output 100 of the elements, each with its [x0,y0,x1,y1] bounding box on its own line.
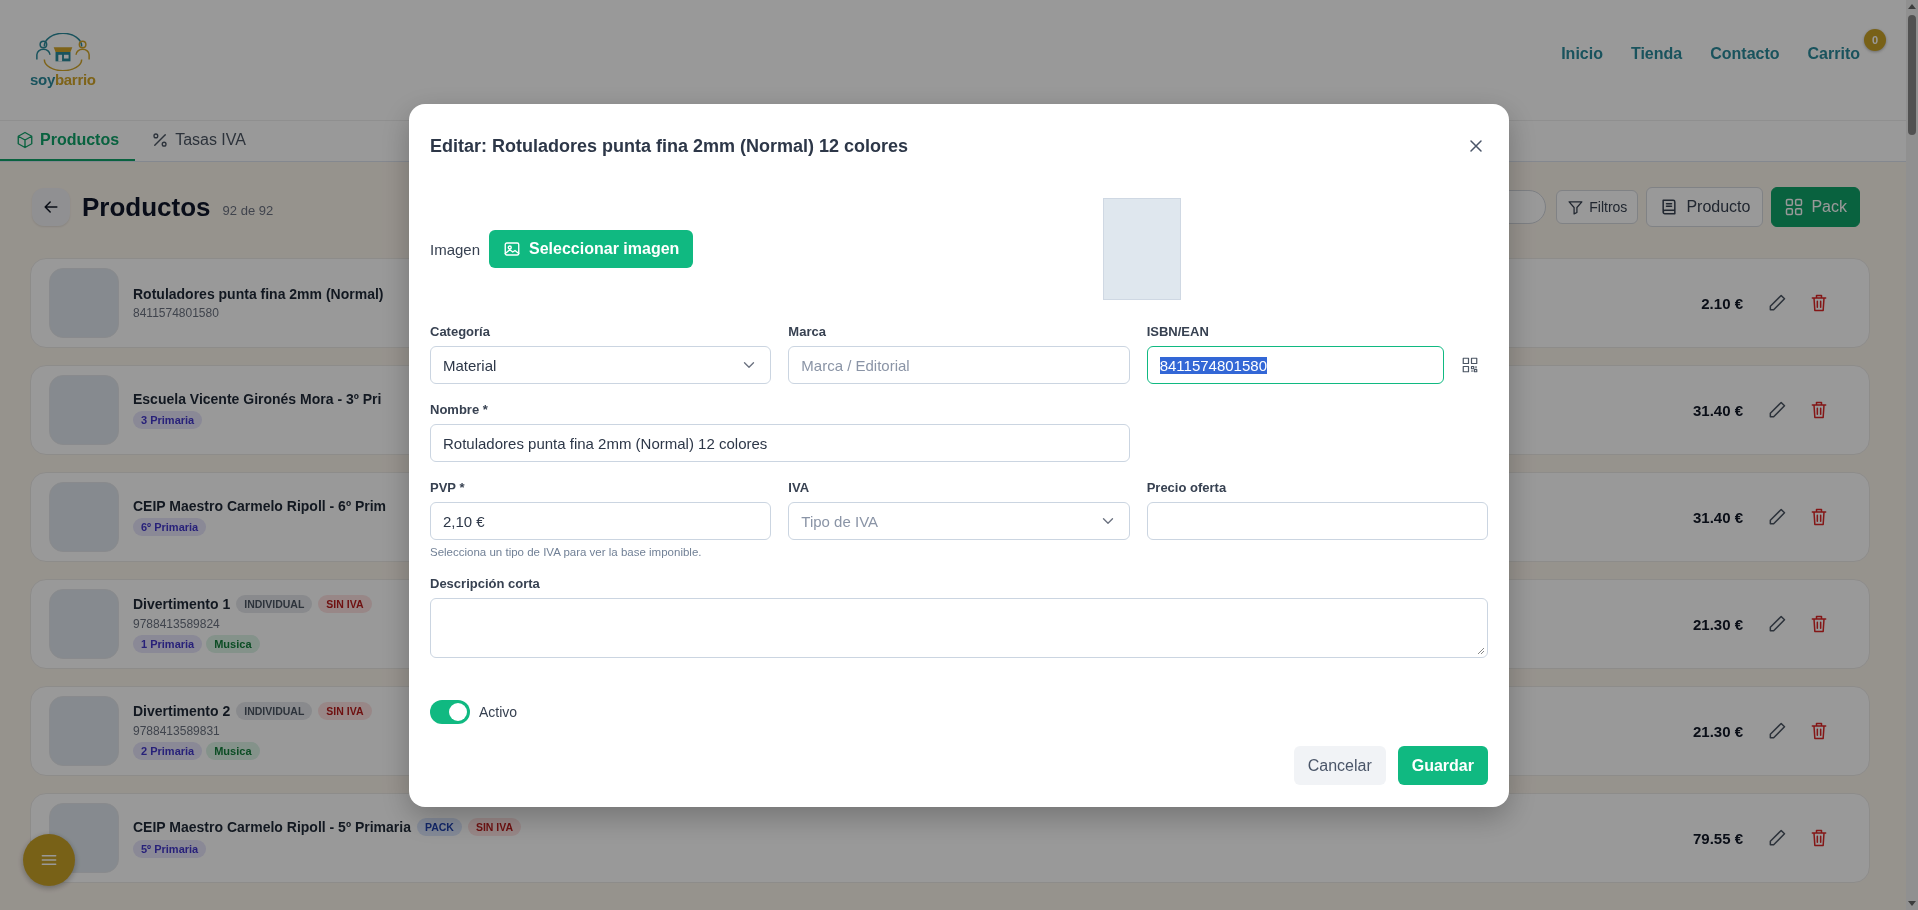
page-title: Productos [82,191,211,223]
dialog-title: Editar: Rotuladores punta fina 2mm (Normal) 12 colores [430,135,909,157]
input-field[interactable]: Marca / Editorial [788,346,1130,384]
product-price: 31.40 € [1692,401,1743,419]
pencil-icon [1767,721,1787,741]
input-field[interactable]: 2,10 € [430,502,772,540]
product-code: 9788413589831 [133,724,221,738]
scroll-up-arrow[interactable] [1908,4,1916,9]
image-icon [503,240,522,258]
tag: Musica [206,742,260,760]
filters-button[interactable]: Filtros [1556,190,1639,224]
trash-icon [1809,400,1829,420]
qr-code-icon [1460,356,1479,374]
edit-button[interactable] [1767,400,1787,420]
field-label: Descripción corta [430,576,541,591]
field-label: Marca [788,324,827,339]
delete-button[interactable] [1809,400,1829,420]
trash-icon [1809,721,1829,741]
resize-handle-icon[interactable] [1477,647,1485,655]
tag: 2 Primaria [133,742,203,760]
field-hint: Selecciona un tipo de IVA para ver la base imponible. [430,546,703,558]
nav-link[interactable]: Tienda [1630,45,1683,63]
percent-icon [151,131,170,149]
filter-icon [1567,198,1585,216]
save-button[interactable]: Guardar [1397,746,1488,785]
delete-button[interactable] [1809,293,1829,313]
pencil-icon [1767,614,1787,634]
tab[interactable]: Tasas IVA [135,121,262,161]
edit-button[interactable] [1767,721,1787,741]
select-image-button[interactable]: Seleccionar imagen [489,230,694,268]
nav-link[interactable]: Inicio [1561,45,1603,63]
pencil-icon [1767,400,1787,420]
tag: 5º Primaria [133,840,207,858]
scan-button[interactable] [1460,356,1479,374]
tag: 6º Primaria [133,518,207,536]
tag: PACK [416,818,462,836]
select-field[interactable]: Tipo de IVA [788,502,1130,540]
input-field[interactable]: 8411574801580 [1146,346,1444,384]
product-price: 2.10 € [1701,294,1743,312]
input-field[interactable]: Rotuladores punta fina 2mm (Normal) 12 colores [430,424,1130,462]
product-code: 8411574801580 [133,306,220,320]
shop-people-drawing [34,32,91,71]
product-code: 9788413589824 [133,617,221,631]
product-name: CEIP Maestro Carmelo Ripoll - 6º Prim [133,498,387,514]
product-card[interactable]: CEIP Maestro Carmelo Ripoll - 5º Primaria PACK SIN IVA 5º Primaria 79.55 € [30,793,1870,883]
pencil-icon [1767,507,1787,527]
field-label: Nombre * [430,402,489,417]
tag: SIN IVA [318,702,372,720]
product-name: Escuela Vicente Gironés Mora - 3º Pri [133,391,382,407]
product-price: 21.30 € [1692,722,1743,740]
cube-icon [16,131,34,149]
logo-text: soybarrio [30,70,96,88]
product-count: 92 de 92 [222,202,274,218]
delete-button[interactable] [1809,507,1829,527]
delete-button[interactable] [1809,614,1829,634]
product-name: Rotuladores punta fina 2mm (Normal) [133,286,384,302]
scroll-down-arrow[interactable] [1908,901,1916,906]
cart-count-badge: 0 [1864,29,1886,51]
edit-button[interactable] [1767,507,1787,527]
trash-icon [1809,614,1829,634]
pencil-icon [1767,293,1787,313]
product-price: 21.30 € [1692,615,1743,633]
tag: SIN IVA [467,818,522,836]
toggle-label: Activo [479,704,518,720]
input-field[interactable] [1146,502,1488,540]
new-pack-button[interactable]: Pack [1771,187,1860,227]
product-name: Divertimento 1 [133,596,231,612]
tag: SIN IVA [318,595,372,613]
trash-icon [1809,828,1829,848]
tag: 3 Primaria [133,411,203,429]
image-label: Imagen [430,240,481,258]
trash-icon [1809,507,1829,527]
grid-icon [1784,197,1805,217]
cancel-button[interactable]: Cancelar [1293,746,1386,785]
field-label: PVP * [430,480,466,495]
product-name: CEIP Maestro Carmelo Ripoll - 5º Primaria [133,819,411,835]
new-product-button[interactable]: Producto [1646,187,1764,227]
tag: 1 Primaria [133,635,203,653]
tag: Musica [206,635,260,653]
back-button[interactable] [32,188,70,226]
field-label: IVA [788,480,811,495]
tab[interactable]: Productos [0,121,136,161]
select-field[interactable]: Material [430,346,772,384]
tag: INDIVIDUAL [236,702,313,720]
edit-button[interactable] [1767,828,1787,848]
tag: INDIVIDUAL [236,595,313,613]
scrollbar-thumb[interactable] [1908,15,1916,135]
product-price: 79.55 € [1692,829,1743,847]
product-name: Divertimento 2 [133,703,231,719]
delete-button[interactable] [1809,721,1829,741]
edit-button[interactable] [1767,293,1787,313]
product-price: 31.40 € [1692,508,1743,526]
edit-button[interactable] [1767,614,1787,634]
delete-button[interactable] [1809,828,1829,848]
nav-link[interactable]: Contacto [1710,45,1780,63]
field-label: ISBN/EAN [1146,324,1210,339]
toggle-switch[interactable] [430,700,470,724]
field-label: Categoría [430,324,491,339]
scrollbar[interactable] [1906,0,1918,910]
trash-icon [1809,293,1829,313]
